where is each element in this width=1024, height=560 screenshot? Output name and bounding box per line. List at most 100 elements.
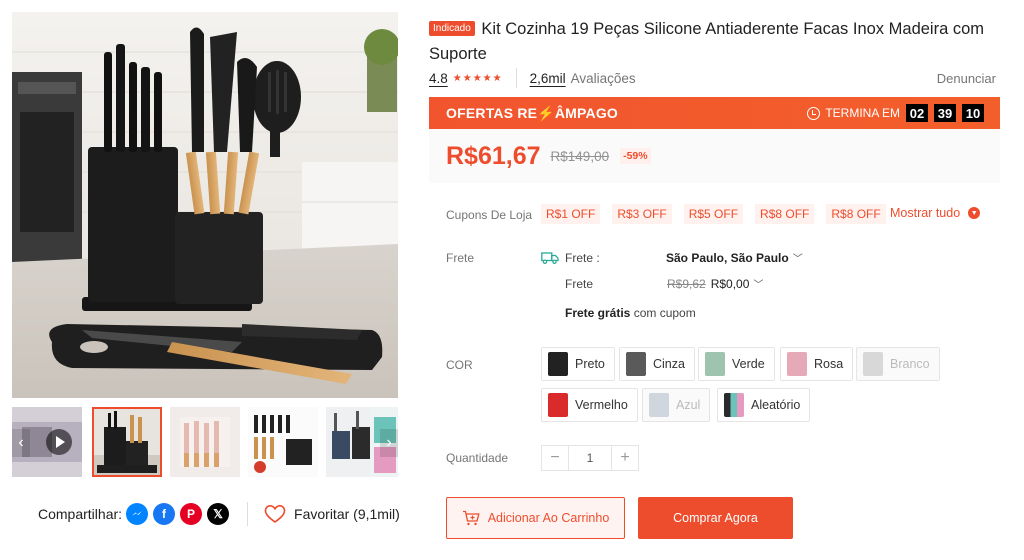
shipping-to-label: Frete : <box>565 250 600 265</box>
countdown: TERMINA EM 02 39 10 <box>807 104 984 122</box>
favorite-label: Favoritar (9,1mil) <box>294 506 400 522</box>
variant-label: Branco <box>890 357 930 371</box>
reviews-label: Avaliações <box>570 70 636 86</box>
coupon-tag[interactable]: R$3 OFF <box>612 204 672 224</box>
share-row: Compartilhar: f P 𝕏 Favoritar (9,1mil) <box>38 502 400 526</box>
buy-now-label: Comprar Agora <box>673 511 758 525</box>
shipping-fee-label: Frete <box>565 276 594 291</box>
variant-thumbnail <box>787 352 807 376</box>
variant-thumbnail <box>863 352 883 376</box>
flash-sale-bar: OFERTAS RE⚡ÂMPAGO TERMINA EM 02 39 10 <box>429 97 1000 129</box>
variant-label: Azul <box>676 398 701 412</box>
chevron-left-icon[interactable]: ‹ <box>12 429 30 457</box>
rating-divider <box>515 68 517 88</box>
shipping-destination[interactable]: São Paulo, São Paulo <box>666 251 789 265</box>
color-option-rosa[interactable]: Rosa <box>780 347 854 381</box>
color-option-aleatorio[interactable]: Aleatório <box>717 388 811 422</box>
show-all-coupons-button[interactable]: Mostrar tudo ▼ <box>890 206 981 220</box>
quantity-increase-button[interactable]: + <box>612 446 638 470</box>
variant-label: Rosa <box>814 357 844 371</box>
report-link[interactable]: Denunciar <box>937 71 996 86</box>
coupon-list: R$1 OFF R$3 OFF R$5 OFF R$8 OFF R$8 OFF <box>541 204 886 224</box>
product-title: Indicado Kit Cozinha 19 Peças Silicone A… <box>429 17 1009 67</box>
flash-sale-title: OFERTAS RE⚡ÂMPAGO <box>446 104 619 121</box>
share-divider <box>247 502 249 526</box>
variant-thumbnail <box>649 393 669 417</box>
add-to-cart-label: Adicionar Ao Carrinho <box>487 511 610 525</box>
variant-thumbnail <box>724 393 744 417</box>
variant-label: Preto <box>575 357 605 371</box>
facebook-icon[interactable]: f <box>153 503 176 525</box>
color-option-branco: Branco <box>856 347 940 381</box>
color-label: COR <box>446 358 473 372</box>
star-rating-icon: ★★★★★ <box>452 72 503 84</box>
shipping-old-price: R$9,62 <box>667 276 706 291</box>
pinterest-icon[interactable]: P <box>180 503 203 525</box>
buy-now-button[interactable]: Comprar Agora <box>638 497 793 539</box>
thumbnail-1[interactable] <box>92 407 162 477</box>
color-option-verde[interactable]: Verde <box>698 347 775 381</box>
shipping-destination-row: Frete : São Paulo, São Paulo ﹀ <box>541 250 803 265</box>
reviews-count[interactable]: 2,6mil <box>530 71 566 86</box>
coupon-tag[interactable]: R$8 OFF <box>755 204 815 224</box>
discount-badge: -59% <box>620 148 651 164</box>
countdown-minutes: 39 <box>934 104 956 122</box>
chevron-down-icon[interactable]: ﹀ <box>753 276 763 291</box>
thumbnail-3[interactable] <box>248 407 318 477</box>
countdown-seconds: 10 <box>962 104 984 122</box>
thumbnail-2[interactable] <box>170 407 240 477</box>
recommended-badge: Indicado <box>429 21 475 36</box>
free-shipping-rest: com cupom <box>630 306 696 320</box>
lightning-icon: ⚡ <box>537 104 555 121</box>
quantity-label: Quantidade <box>446 451 509 465</box>
rating-row: 4.8 ★★★★★ 2,6mil Avaliações Denunciar <box>429 68 996 88</box>
x-twitter-icon[interactable]: 𝕏 <box>207 503 230 525</box>
chevron-down-icon: ▼ <box>968 207 981 219</box>
color-option-vermelho[interactable]: Vermelho <box>541 388 638 422</box>
truck-icon <box>541 251 559 264</box>
color-option-preto[interactable]: Preto <box>541 347 615 381</box>
quantity-decrease-button[interactable]: − <box>542 446 568 470</box>
share-label: Compartilhar: <box>38 506 123 522</box>
variant-label: Cinza <box>653 357 685 371</box>
quantity-stepper: − 1 + <box>541 445 639 471</box>
coupon-tag[interactable]: R$1 OFF <box>541 204 601 224</box>
quantity-input[interactable]: 1 <box>568 446 612 470</box>
coupon-tag[interactable]: R$8 OFF <box>826 204 886 224</box>
product-title-text: Kit Cozinha 19 Peças Silicone Antiaderen… <box>429 20 985 63</box>
variant-label: Aleatório <box>751 398 801 412</box>
free-shipping-note: Frete grátis com cupom <box>565 306 696 320</box>
shipping-new-price[interactable]: R$0,00 <box>711 277 750 291</box>
rating-value[interactable]: 4.8 <box>429 71 448 86</box>
favorite-button[interactable]: Favoritar (9,1mil) <box>264 504 400 524</box>
variant-thumbnail <box>548 393 568 417</box>
color-option-cinza[interactable]: Cinza <box>619 347 695 381</box>
shipping-fee-row: Frete R$9,62 R$0,00 ﹀ <box>565 276 763 292</box>
play-icon[interactable] <box>46 429 72 455</box>
variant-thumbnail <box>548 352 568 376</box>
variant-thumbnail <box>626 352 646 376</box>
heart-icon <box>264 504 286 523</box>
coupon-tag[interactable]: R$5 OFF <box>683 204 744 224</box>
original-price: R$149,00 <box>550 148 610 164</box>
shipping-label: Frete <box>446 251 475 265</box>
color-option-azul: Azul <box>642 388 711 422</box>
show-all-label: Mostrar tudo <box>890 206 961 220</box>
coupons-label: Cupons De Loja <box>446 208 533 222</box>
free-shipping-bold: Frete grátis <box>565 306 631 320</box>
current-price: R$61,67 <box>446 141 541 170</box>
main-product-image[interactable] <box>12 12 398 398</box>
countdown-label: TERMINA EM <box>825 106 900 120</box>
cart-icon <box>462 510 480 526</box>
variant-thumbnail <box>705 352 725 376</box>
variant-label: Verde <box>732 357 765 371</box>
chevron-down-icon[interactable]: ﹀ <box>793 250 803 265</box>
variant-label: Vermelho <box>575 398 628 412</box>
add-to-cart-button[interactable]: Adicionar Ao Carrinho <box>446 497 625 539</box>
clock-icon <box>807 106 821 120</box>
chevron-right-icon[interactable]: › <box>380 429 398 457</box>
thumbnail-carousel: ‹ › <box>12 405 398 477</box>
countdown-hours: 02 <box>906 104 928 122</box>
price-box: R$61,67 R$149,00 -59% <box>429 129 1000 183</box>
messenger-icon[interactable] <box>126 503 149 525</box>
